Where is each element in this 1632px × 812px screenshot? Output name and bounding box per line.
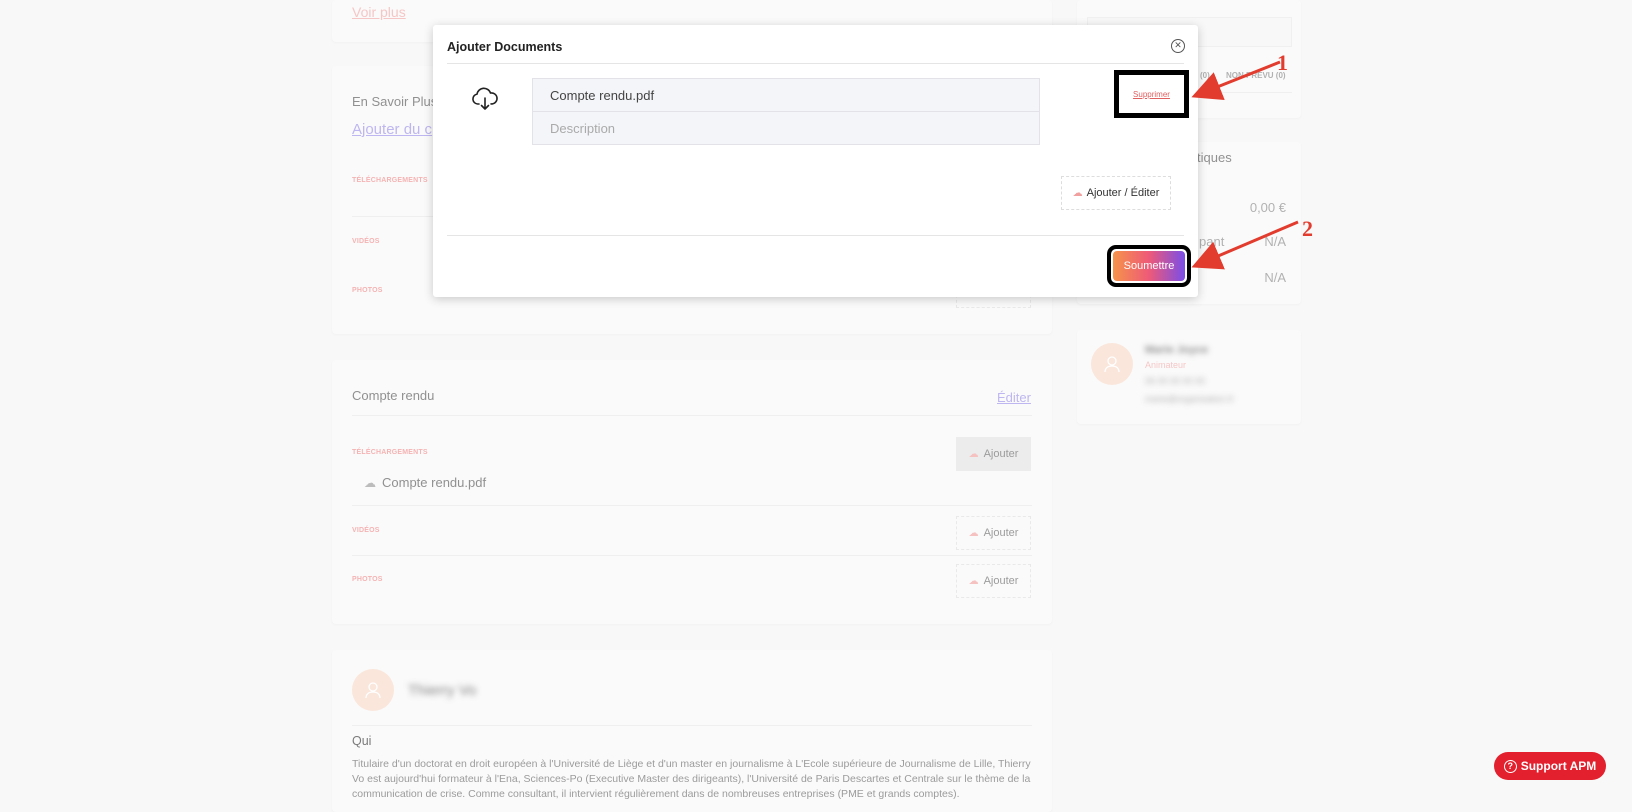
- help-icon: ?: [1503, 759, 1517, 773]
- arrow-2: [1191, 220, 1299, 270]
- annotation-number-2: 2: [1302, 216, 1313, 241]
- support-label: Support APM: [1520, 759, 1597, 773]
- support-apm-button[interactable]: ? Support APM: [1494, 752, 1606, 780]
- arrow-1: [1191, 60, 1281, 101]
- annotation-number-1: 1: [1277, 50, 1288, 75]
- annotation-arrows: [1191, 60, 1299, 270]
